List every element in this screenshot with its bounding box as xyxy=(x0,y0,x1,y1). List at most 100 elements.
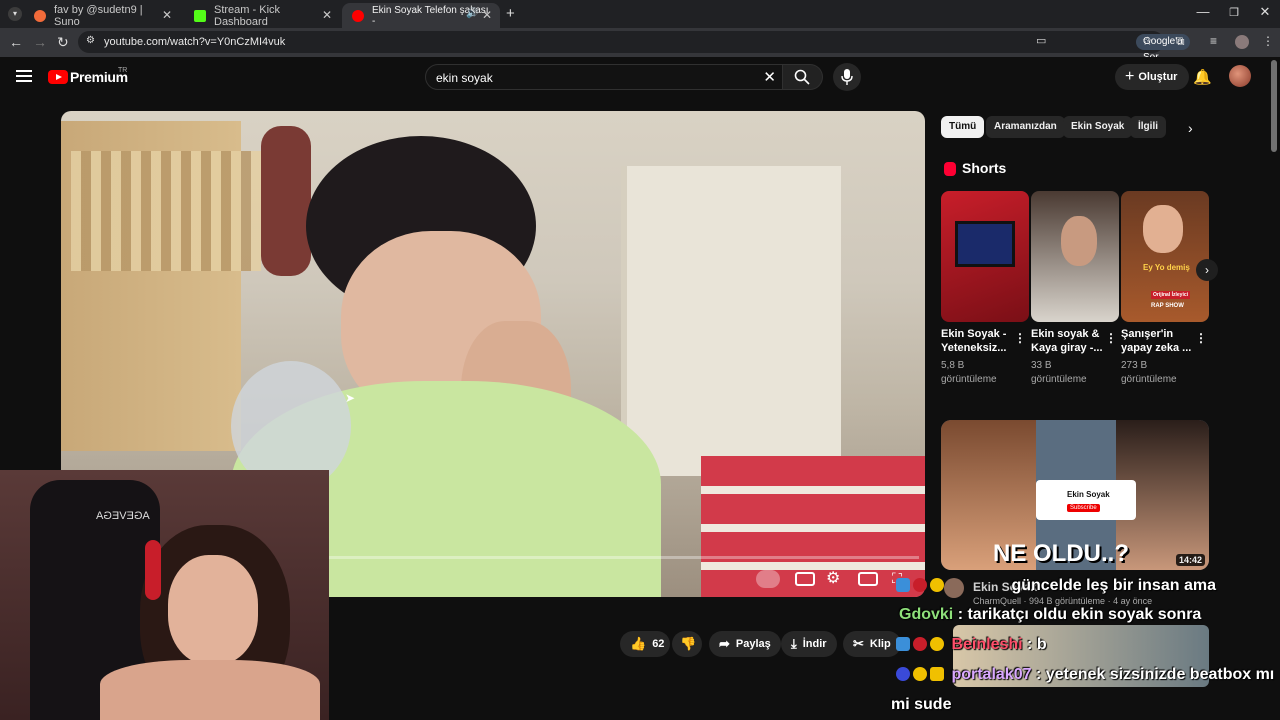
search-icon xyxy=(794,69,810,85)
gift-badge-icon xyxy=(913,667,927,681)
microphone-icon xyxy=(841,69,853,85)
subscriber-badge-icon xyxy=(913,637,927,651)
site-info-icon[interactable]: ⚙ xyxy=(86,35,95,46)
shorts-next-button[interactable]: › xyxy=(1196,259,1218,281)
close-tab-icon[interactable]: ✕ xyxy=(482,8,492,22)
person-face xyxy=(1061,216,1097,266)
bookmark-star-icon[interactable]: ☆ xyxy=(1142,34,1153,48)
chat-message: mi sude xyxy=(891,696,951,714)
browser-tab-youtube[interactable]: Ekin Soyak Telefon şakası - 🔊 ✕ xyxy=(342,3,500,28)
share-button[interactable]: ➦ Paylaş xyxy=(709,631,781,657)
chip-all[interactable]: Tümü xyxy=(941,116,985,138)
clear-search-icon[interactable]: ✕ xyxy=(763,68,776,86)
youtube-favicon-icon xyxy=(352,9,364,22)
verified-badge-icon xyxy=(896,578,910,592)
subtitles-icon[interactable] xyxy=(795,572,815,586)
chip-related[interactable]: İlgili xyxy=(1130,116,1166,138)
chat-text: güncelde leş bir insan ama xyxy=(1011,577,1216,594)
globe-badge-icon xyxy=(896,667,910,681)
restore-icon[interactable]: ❐ xyxy=(1219,6,1249,19)
wardrobe xyxy=(621,166,841,476)
url-text: youtube.com/watch?v=Y0nCzMI4vuk xyxy=(104,36,286,48)
browser-menu-icon[interactable]: ⋮ xyxy=(1262,34,1274,48)
hanging-clothes xyxy=(261,126,311,276)
hamburger-menu-icon[interactable] xyxy=(16,70,32,82)
person-face xyxy=(1143,205,1183,253)
shorts-logo-icon xyxy=(944,162,956,176)
chat-username: portalak07 xyxy=(951,666,1032,683)
streamer-face xyxy=(168,555,258,665)
download-label: İndir xyxy=(802,638,827,650)
more-options-icon[interactable]: ⋮ xyxy=(1014,331,1026,345)
video-progress-bar[interactable] xyxy=(329,556,919,559)
address-bar[interactable]: ⚙ youtube.com/watch?v=Y0nCzMI4vuk ▭ Goog… xyxy=(78,31,1190,63)
browser-tab-kick[interactable]: Stream - Kick Dashboard ✕ xyxy=(184,3,340,28)
reload-icon[interactable]: ↻ xyxy=(57,34,69,51)
short-thumbnail[interactable]: Ey Yo demiş Orijinal İzleyici RAP SHOW xyxy=(1121,191,1209,322)
short-overlay-text: RAP SHOW xyxy=(1151,303,1184,309)
short-thumbnail[interactable] xyxy=(1031,191,1119,322)
dislike-button[interactable]: 👎 xyxy=(672,631,702,657)
audio-playing-icon[interactable]: 🔊 xyxy=(466,8,478,19)
short-title[interactable]: Ekin Soyak - Yeteneksiz... xyxy=(941,327,1013,355)
short-views: 273 B görüntüleme xyxy=(1121,360,1177,385)
voice-search-button[interactable] xyxy=(833,63,861,91)
share-label: Paylaş xyxy=(735,638,771,650)
chair-brand-text: AGEVEGA xyxy=(96,510,150,522)
chat-message: güncelde leş bir insan ama xyxy=(896,577,1216,595)
tv-screen xyxy=(955,221,1015,267)
headphones xyxy=(145,540,161,600)
short-title[interactable]: Ekin soyak & Kaya giray -... xyxy=(1031,327,1103,355)
search-query: ekin soyak xyxy=(436,71,493,85)
more-options-icon[interactable]: ⋮ xyxy=(1105,331,1117,345)
close-window-icon[interactable]: ✕ xyxy=(1250,4,1280,20)
search-input[interactable]: ekin soyak ✕ xyxy=(425,64,783,90)
browser-tab-bar: ▾ fav by @sudetn9 | Suno ✕ Stream - Kick… xyxy=(0,0,1280,28)
streamer-body xyxy=(100,660,320,720)
chat-username: Beinleshi xyxy=(951,636,1023,653)
plus-icon: + xyxy=(1125,68,1135,85)
close-tab-icon[interactable]: ✕ xyxy=(162,8,172,22)
short-thumbnail[interactable] xyxy=(941,191,1029,322)
like-count: 62 xyxy=(652,638,665,650)
tab-list-dropdown-icon[interactable]: ▾ xyxy=(8,7,22,21)
browser-tab-suno[interactable]: fav by @sudetn9 | Suno ✕ xyxy=(24,3,180,28)
minimize-icon[interactable]: — xyxy=(1188,4,1218,19)
create-label: Oluştur xyxy=(1138,71,1178,83)
youtube-logo-icon[interactable] xyxy=(48,70,68,84)
download-button[interactable]: ⤓ İndir xyxy=(781,631,837,657)
crown-badge-icon xyxy=(930,667,944,681)
close-tab-icon[interactable]: ✕ xyxy=(322,8,332,22)
chip-ekin-soyak[interactable]: Ekin Soyak xyxy=(1063,116,1133,138)
profile-avatar-icon[interactable] xyxy=(1235,35,1249,49)
chips-next-icon[interactable]: › xyxy=(1188,120,1193,136)
chat-text: : tarikatçı oldu ekin soyak sonra xyxy=(957,606,1202,623)
short-title[interactable]: Şanışer'in yapay zeka ... xyxy=(1121,327,1193,355)
chat-text: : yetenek sizsinizde beatbox mı xyxy=(1035,666,1275,683)
settings-gear-icon[interactable]: ⚙ xyxy=(826,568,840,588)
search-button[interactable] xyxy=(783,64,823,90)
cast-icon[interactable]: ▭ xyxy=(1036,34,1046,47)
account-avatar[interactable] xyxy=(1229,65,1251,87)
chat-message: portalak07 : yetenek sizsinizde beatbox … xyxy=(896,666,1280,684)
like-button[interactable]: 👍 62 xyxy=(620,631,670,657)
more-options-icon[interactable]: ⋮ xyxy=(1195,331,1207,345)
download-icon: ⤓ xyxy=(791,636,797,651)
scissors-icon: ✂ xyxy=(853,636,864,651)
chat-username: Gdovki xyxy=(899,606,954,623)
subscriber-badge-icon xyxy=(913,578,927,592)
new-tab-icon[interactable]: + xyxy=(506,5,515,22)
extensions-icon[interactable]: ⧉ xyxy=(1176,34,1185,49)
clip-button[interactable]: ✂ Klip xyxy=(843,631,901,657)
page-scrollbar[interactable] xyxy=(1271,60,1277,152)
back-icon[interactable]: ← xyxy=(9,34,23,50)
chip-from-search[interactable]: Aramanızdan xyxy=(986,116,1065,138)
miniplayer-icon[interactable] xyxy=(858,572,878,586)
forward-icon[interactable]: → xyxy=(33,34,47,50)
recommended-video-thumbnail[interactable]: Ekin Soyak Subscribe NE OLDU..? 14:42 xyxy=(941,420,1209,570)
autoplay-toggle[interactable] xyxy=(756,570,780,588)
notifications-bell-icon[interactable]: 🔔 xyxy=(1193,68,1212,86)
reading-list-icon[interactable]: ≡ xyxy=(1210,34,1217,48)
create-button[interactable]: + Oluştur xyxy=(1115,64,1190,90)
shorts-section-title: Shorts xyxy=(962,160,1007,176)
